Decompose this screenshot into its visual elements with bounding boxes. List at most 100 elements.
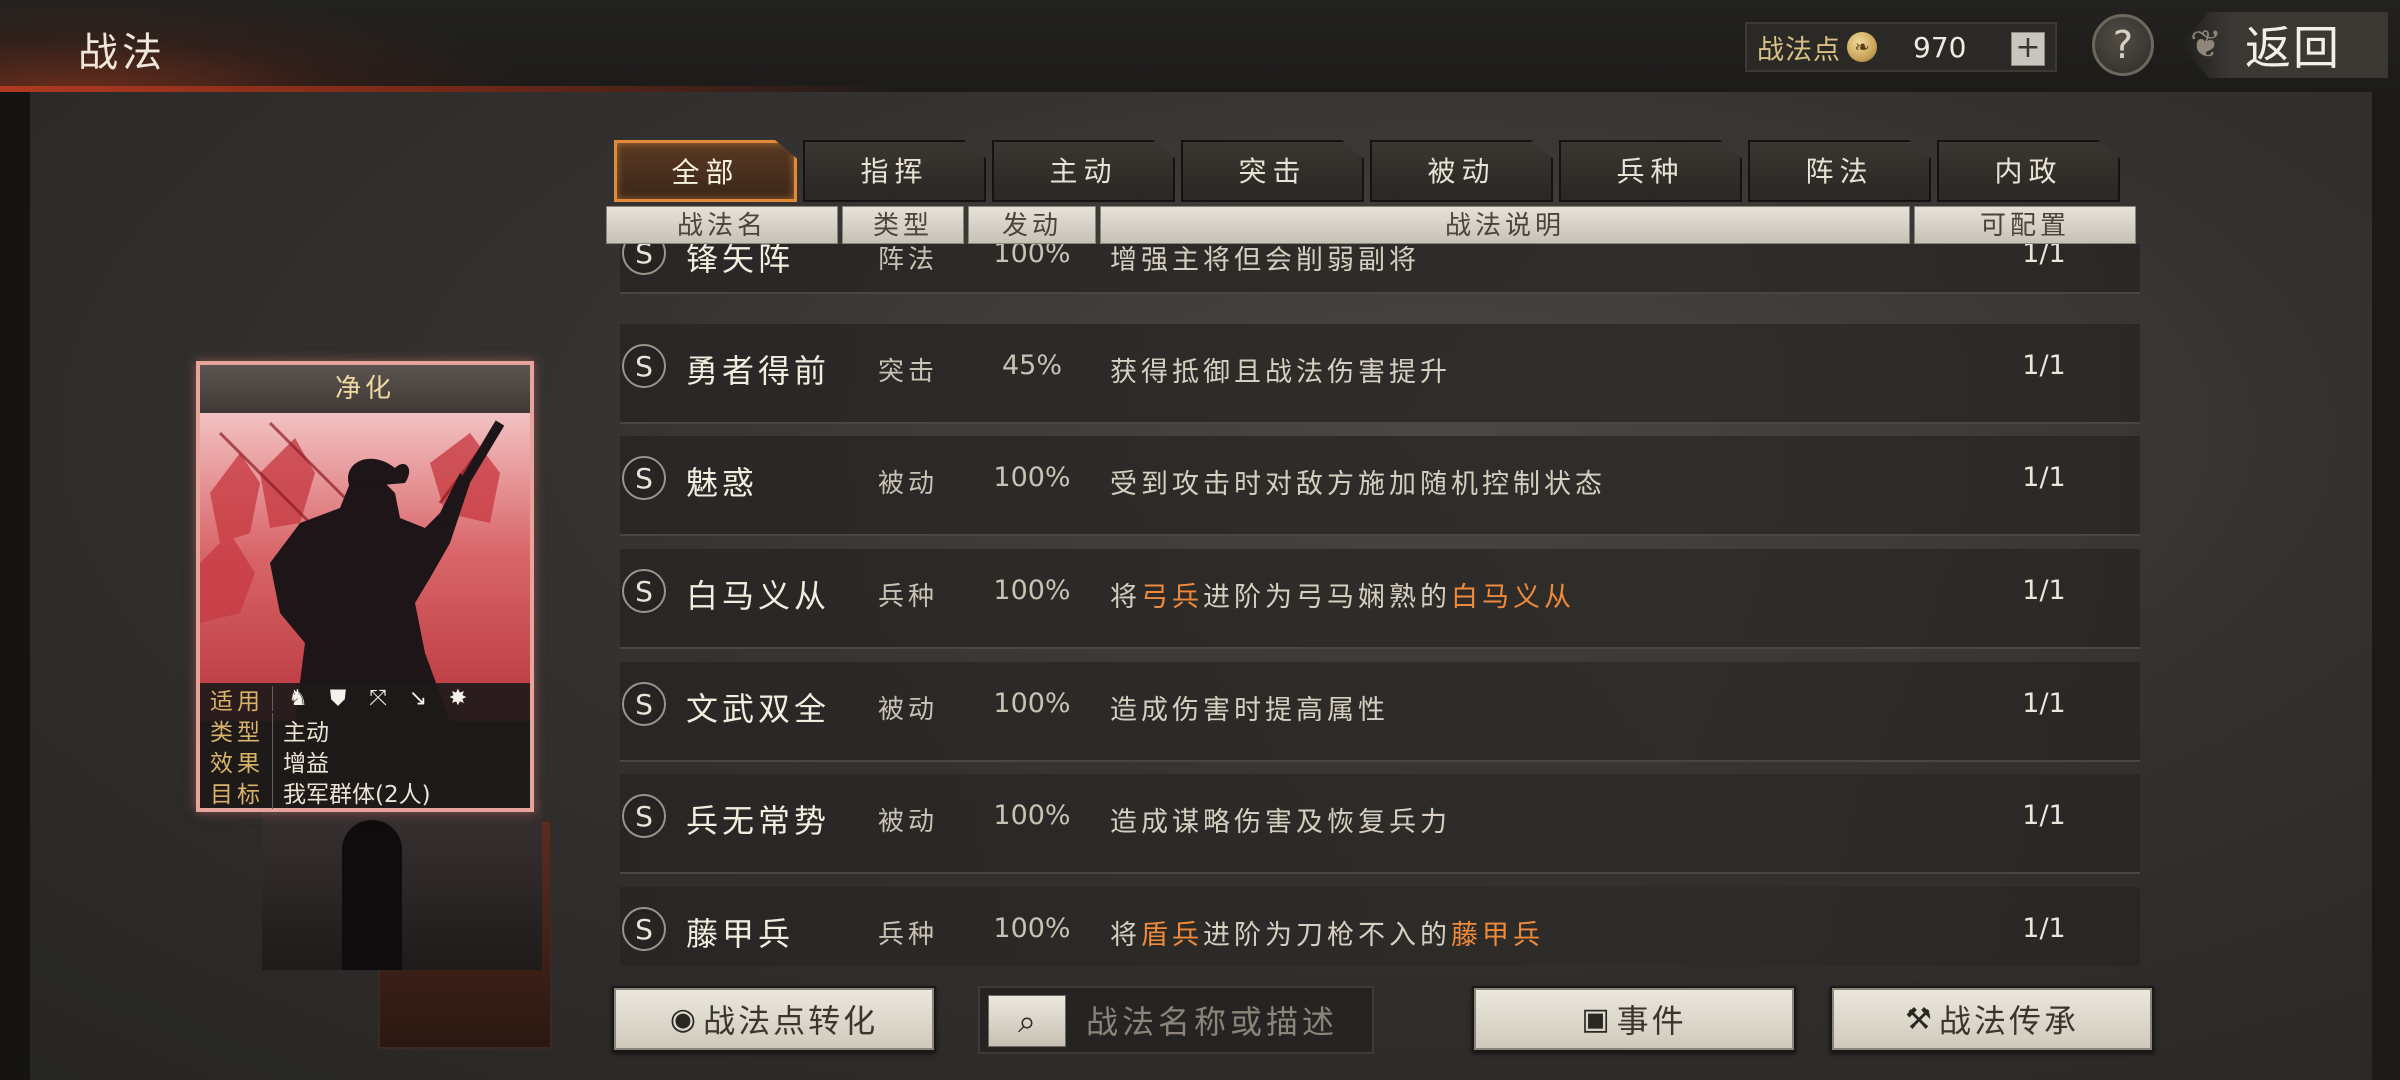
- skill-type: 被动: [878, 469, 939, 499]
- tab-assault[interactable]: 突击: [1181, 140, 1364, 202]
- desc-text: 进阶为刀枪不入的: [1203, 920, 1451, 951]
- skill-type: 被动: [878, 695, 939, 725]
- skill-rate: 100%: [993, 575, 1071, 606]
- column-header-type[interactable]: 类型: [842, 206, 964, 244]
- desc-highlight-source-troop: 弓兵: [1141, 582, 1203, 613]
- column-header-configurable[interactable]: 可配置: [1914, 206, 2136, 244]
- skill-description: 获得抵御且战法伤害提升: [1110, 350, 1451, 389]
- skill-configurable: 1/1: [2022, 800, 2066, 831]
- skill-configurable: 1/1: [2022, 688, 2066, 719]
- card-target-label: 目标: [210, 781, 264, 808]
- card-effect-value: 增益: [272, 743, 329, 778]
- card-effect-row: 效果 增益: [200, 743, 530, 778]
- tab-internal-affairs[interactable]: 内政: [1937, 140, 2120, 202]
- search-input[interactable]: [1084, 998, 1368, 1046]
- desc-highlight-source-troop: 盾兵: [1141, 920, 1203, 951]
- top-bar: 战法 战法点 ❧ 970 + ? ❦ 返回: [0, 0, 2400, 92]
- add-points-button[interactable]: +: [2011, 32, 2045, 66]
- card-target-row: 目标 我军群体(2人): [200, 774, 530, 809]
- column-header-rate[interactable]: 发动: [968, 206, 1096, 244]
- category-tabs: 全部 指挥 主动 突击 被动 兵种 阵法 内政: [614, 140, 2120, 202]
- desc-text: 进阶为弓马娴熟的: [1203, 582, 1451, 613]
- scroll-icon: ▣: [1581, 1001, 1613, 1037]
- event-button[interactable]: ▣ 事件: [1472, 986, 1796, 1052]
- tab-passive[interactable]: 被动: [1370, 140, 1553, 202]
- skill-description: 受到攻击时对敌方施加随机控制状态: [1110, 462, 1606, 501]
- siege-icon: ✸: [448, 686, 468, 711]
- hammer-icon: ⚒: [1905, 1001, 1935, 1037]
- card-info-panel: 适用 ♞ ⛊ ⤧ ↘ ✸ 类型 主动 效果 增益 目标 我军群体(2人): [200, 683, 530, 809]
- page-title: 战法: [78, 30, 166, 76]
- table-row[interactable]: S 白马义从 兵种 100% 将弓兵进阶为弓马娴熟的白马义从 1/1: [620, 549, 2140, 649]
- grade-badge: S: [622, 682, 666, 726]
- table-row[interactable]: S 魅惑 被动 100% 受到攻击时对敌方施加随机控制状态 1/1: [620, 436, 2140, 536]
- skill-name: 魅惑: [686, 464, 759, 502]
- table-row[interactable]: S 藤甲兵 兵种 100% 将盾兵进阶为刀枪不入的藤甲兵 1/1: [620, 887, 2140, 966]
- desc-text: 造成谋略伤害及恢复兵力: [1110, 807, 1451, 838]
- skill-description: 增强主将但会削弱副将: [1110, 244, 1420, 277]
- skill-points-box: 战法点 ❧ 970 +: [1745, 22, 2057, 72]
- skill-name: 文武双全: [686, 690, 831, 728]
- tab-command[interactable]: 指挥: [803, 140, 986, 202]
- skill-configurable: 1/1: [2022, 350, 2066, 381]
- grade-badge: S: [622, 244, 666, 275]
- event-label: 事件: [1616, 1002, 1687, 1040]
- table-row[interactable]: S 锋矢阵 阵法 100% 增强主将但会削弱副将 1/1: [620, 244, 2140, 294]
- skill-list[interactable]: S 锋矢阵 阵法 100% 增强主将但会削弱副将 1/1 S 勇者得前 突击 4…: [620, 244, 2140, 966]
- skill-rate: 100%: [993, 800, 1071, 831]
- grade-badge: S: [622, 456, 666, 500]
- tab-troop[interactable]: 兵种: [1559, 140, 1742, 202]
- desc-highlight-target-troop: 藤甲兵: [1451, 920, 1544, 951]
- selected-skill-card[interactable]: 净化 适用 ♞ ⛊ ⤧ ↘ ✸ 类型 主动 效果 增益 目标 我军群体(2人): [196, 361, 534, 812]
- column-header-name[interactable]: 战法名: [606, 206, 838, 244]
- skill-type: 兵种: [878, 582, 939, 612]
- spear-icon: ↘: [408, 686, 428, 711]
- back-ornament-icon: ❦: [2190, 22, 2222, 66]
- desc-text: 增强主将但会削弱副将: [1110, 245, 1420, 276]
- skill-description: 将弓兵进阶为弓马娴熟的白马义从: [1110, 575, 1575, 614]
- column-header-description: 战法说明: [1100, 206, 1910, 244]
- skill-rate: 100%: [993, 462, 1071, 493]
- card-target-value: 我军群体(2人): [272, 774, 431, 809]
- skill-type: 突击: [878, 357, 939, 387]
- skill-rate: 45%: [1001, 350, 1062, 381]
- inherit-skill-label: 战法传承: [1938, 1002, 2079, 1040]
- skill-rate: 100%: [993, 688, 1071, 719]
- table-row[interactable]: S 兵无常势 被动 100% 造成谋略伤害及恢复兵力 1/1: [620, 774, 2140, 874]
- skill-points-value: 970: [1913, 30, 1967, 64]
- skill-points-label: 战法点: [1757, 34, 1841, 66]
- cavalry-icon: ♞: [288, 686, 308, 711]
- table-row[interactable]: S 文武双全 被动 100% 造成伤害时提高属性 1/1: [620, 662, 2140, 762]
- skill-configurable: 1/1: [2022, 244, 2066, 269]
- flame-icon: ◉: [669, 1001, 700, 1037]
- skill-name: 兵无常势: [686, 802, 831, 840]
- tab-all[interactable]: 全部: [614, 140, 797, 202]
- magnifier-icon: ⌕: [1018, 1002, 1036, 1040]
- tab-active[interactable]: 主动: [992, 140, 1175, 202]
- grade-badge: S: [622, 907, 666, 951]
- inherit-skill-button[interactable]: ⚒ 战法传承: [1830, 986, 2154, 1052]
- card-type-value: 主动: [272, 712, 329, 747]
- desc-text: 造成伤害时提高属性: [1110, 695, 1389, 726]
- desc-text: 受到攻击时对敌方施加随机控制状态: [1110, 469, 1606, 500]
- search-box: ⌕: [978, 986, 1374, 1054]
- skill-name: 白马义从: [686, 577, 831, 615]
- tab-formation[interactable]: 阵法: [1748, 140, 1931, 202]
- help-button[interactable]: ?: [2092, 14, 2154, 76]
- back-button-label[interactable]: 返回: [2245, 12, 2341, 78]
- skill-description: 造成谋略伤害及恢复兵力: [1110, 800, 1451, 839]
- skill-name: 勇者得前: [686, 352, 831, 390]
- left-edge-shade: [0, 92, 30, 1080]
- desc-text: 将: [1110, 920, 1141, 951]
- shield-icon: ⛊: [329, 686, 347, 711]
- convert-points-button[interactable]: ◉ 战法点转化: [612, 986, 936, 1052]
- troop-icons: ♞ ⛊ ⤧ ↘ ✸: [272, 686, 473, 711]
- desc-highlight-target-troop: 白马义从: [1451, 582, 1575, 613]
- table-row[interactable]: S 勇者得前 突击 45% 获得抵御且战法伤害提升 1/1: [620, 324, 2140, 424]
- card-skill-name: 净化: [200, 365, 530, 413]
- grade-badge: S: [622, 794, 666, 838]
- grade-badge: S: [622, 344, 666, 388]
- convert-points-label: 战法点转化: [703, 1002, 879, 1040]
- table-header: 战法名 类型 发动 战法说明 可配置: [606, 206, 2136, 244]
- search-button[interactable]: ⌕: [988, 995, 1066, 1047]
